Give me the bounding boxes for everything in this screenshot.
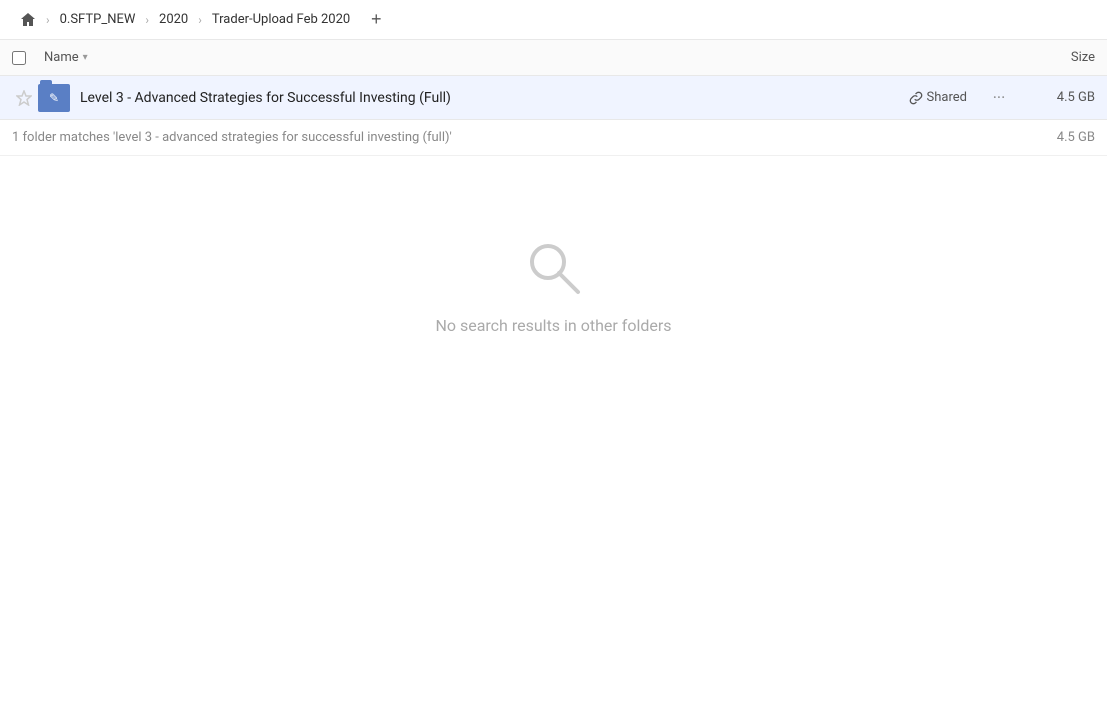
folder-icon: ✎ [36, 82, 72, 114]
star-button[interactable] [12, 90, 36, 106]
column-header: Name ▾ Size [0, 40, 1107, 76]
no-results-section: No search results in other folders [0, 156, 1107, 415]
breadcrumb-separator-3: › [198, 13, 202, 27]
breadcrumb-bar: › 0.SFTP_NEW › 2020 › Trader-Upload Feb … [0, 0, 1107, 40]
breadcrumb-separator-2: › [145, 13, 149, 27]
file-name: Level 3 - Advanced Strategies for Succes… [72, 90, 893, 106]
file-row[interactable]: ✎ Level 3 - Advanced Strategies for Succ… [0, 76, 1107, 120]
link-icon [909, 91, 923, 105]
name-column-header[interactable]: Name ▾ [44, 50, 1015, 65]
search-info-text: 1 folder matches 'level 3 - advanced str… [12, 130, 452, 145]
breadcrumb-item-2020[interactable]: 2020 [151, 8, 196, 31]
select-all-checkbox[interactable] [12, 51, 26, 65]
shared-badge: Shared [893, 90, 983, 105]
size-column-header: Size [1015, 50, 1095, 65]
home-button[interactable] [12, 4, 44, 36]
folder-pen-icon: ✎ [49, 91, 59, 105]
search-info-bar: 1 folder matches 'level 3 - advanced str… [0, 120, 1107, 156]
add-button[interactable]: + [362, 6, 390, 34]
select-all-checkbox-wrapper[interactable] [12, 51, 44, 65]
name-sort-icon: ▾ [83, 52, 88, 63]
no-results-icon [522, 236, 586, 300]
breadcrumb-item-trader[interactable]: Trader-Upload Feb 2020 [204, 8, 358, 31]
file-size: 4.5 GB [1015, 90, 1095, 105]
more-options-button[interactable]: ··· [983, 88, 1015, 107]
breadcrumb-item-sftp[interactable]: 0.SFTP_NEW [52, 8, 144, 31]
no-results-text: No search results in other folders [435, 316, 671, 335]
breadcrumb-separator-1: › [46, 13, 50, 27]
search-info-size: 4.5 GB [1057, 130, 1095, 145]
